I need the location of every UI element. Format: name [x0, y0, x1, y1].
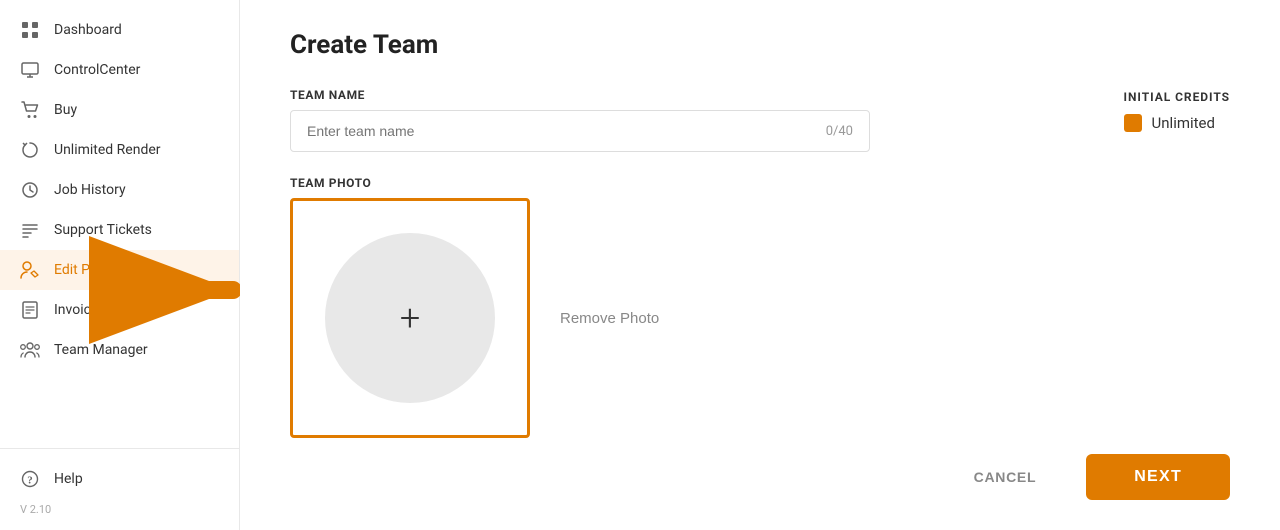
- sidebar-item-label: Unlimited Render: [54, 142, 161, 158]
- grid-icon: [20, 20, 40, 40]
- history-icon: [20, 180, 40, 200]
- sidebar-item-label: ControlCenter: [54, 62, 140, 78]
- footer-actions: CANCEL NEXT: [954, 454, 1230, 500]
- sidebar-item-label: Dashboard: [54, 22, 122, 38]
- sidebar-item-unlimited-render[interactable]: Unlimited Render: [0, 130, 239, 170]
- sidebar-item-label: Team Manager: [54, 342, 148, 358]
- team-photo-label: TEAM PHOTO: [290, 176, 910, 190]
- sidebar-item-team-manager[interactable]: Team Manager: [0, 330, 239, 370]
- sidebar-item-dashboard[interactable]: Dashboard: [0, 10, 239, 50]
- sidebar: Dashboard ControlCenter Buy: [0, 0, 240, 530]
- credits-option-label: Unlimited: [1152, 114, 1215, 132]
- photo-upload-box[interactable]: +: [290, 198, 530, 438]
- version-label: V 2.10: [0, 499, 239, 520]
- team-icon: [20, 340, 40, 360]
- sidebar-item-label: Job History: [54, 182, 126, 198]
- team-name-input[interactable]: [307, 123, 826, 139]
- photo-upload-area: + Remove Photo: [290, 198, 910, 438]
- main-content: Create Team TEAM NAME 0/40 TEAM PHOTO + …: [240, 0, 1280, 530]
- sidebar-item-label: Buy: [54, 102, 77, 118]
- sidebar-item-label: Help: [54, 471, 83, 487]
- sidebar-item-help[interactable]: ? Help: [0, 459, 239, 499]
- team-name-label: TEAM NAME: [290, 88, 910, 102]
- plus-icon: +: [400, 300, 420, 336]
- sidebar-item-invoices[interactable]: Invoices: [0, 290, 239, 330]
- team-name-field-wrapper: 0/40: [290, 110, 870, 152]
- question-icon: ?: [20, 469, 40, 489]
- sidebar-bottom: ? Help V 2.10: [0, 448, 239, 520]
- document-icon: [20, 300, 40, 320]
- credits-item: Unlimited: [1124, 114, 1230, 132]
- page-title: Create Team: [290, 30, 1230, 60]
- sidebar-item-job-history[interactable]: Job History: [0, 170, 239, 210]
- photo-circle: +: [325, 233, 495, 403]
- sidebar-item-label: Edit Profile: [54, 262, 121, 278]
- sidebar-item-buy[interactable]: Buy: [0, 90, 239, 130]
- sidebar-item-edit-profile[interactable]: Edit Profile: [0, 250, 239, 290]
- refresh-icon: [20, 140, 40, 160]
- cart-icon: [20, 100, 40, 120]
- credits-title: INITIAL CREDITS: [1124, 90, 1230, 104]
- team-name-section: TEAM NAME 0/40 TEAM PHOTO + Remove Photo: [290, 88, 910, 438]
- credits-panel: INITIAL CREDITS Unlimited: [1124, 90, 1230, 132]
- sidebar-item-controlcenter[interactable]: ControlCenter: [0, 50, 239, 90]
- monitor-icon: [20, 60, 40, 80]
- cancel-button[interactable]: CANCEL: [954, 457, 1057, 497]
- sidebar-item-support-tickets[interactable]: Support Tickets: [0, 210, 239, 250]
- sidebar-item-label: Support Tickets: [54, 222, 152, 238]
- credits-color-dot: [1124, 114, 1142, 132]
- svg-text:?: ?: [27, 475, 33, 487]
- person-edit-icon: [20, 260, 40, 280]
- next-button[interactable]: NEXT: [1086, 454, 1230, 500]
- team-photo-section: TEAM PHOTO + Remove Photo: [290, 176, 910, 438]
- list-icon: [20, 220, 40, 240]
- sidebar-item-label: Invoices: [54, 302, 106, 318]
- char-count: 0/40: [826, 124, 853, 139]
- remove-photo-button[interactable]: Remove Photo: [560, 310, 659, 327]
